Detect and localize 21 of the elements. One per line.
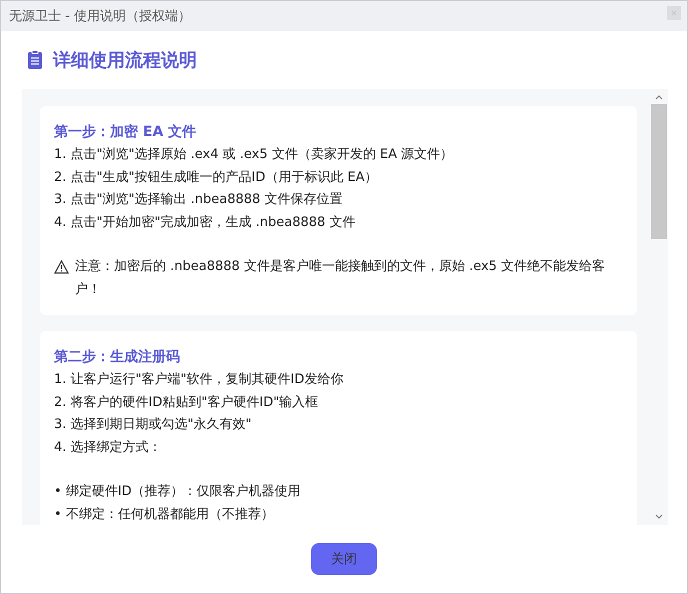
dialog-heading: 详细使用流程说明 — [53, 49, 197, 72]
instruction-line: 2. 点击"生成"按钮生成唯一的产品ID（用于标识此 EA） — [54, 168, 379, 186]
bullet-line: • 绑定硬件ID（推荐）：仅限客户机器使用 — [54, 483, 302, 501]
instruction-line: 2. 将客户的硬件ID粘贴到"客户硬件ID"输入框 — [54, 394, 320, 412]
instruction-line: 3. 选择到期日期或勾选"永久有效" — [54, 416, 252, 434]
clipboard-icon — [27, 50, 43, 70]
step-title: 第一步：加密 EA 文件 — [54, 122, 198, 142]
close-icon — [671, 10, 677, 16]
scroll-down-icon[interactable] — [655, 514, 663, 519]
bullet-line: • 不绑定：任何机器都能用（不推荐） — [54, 506, 275, 524]
step-title: 第二步：生成注册码 — [54, 348, 181, 367]
warning-icon — [54, 260, 69, 274]
window-title: 无源卫士 - 使用说明（授权端） — [9, 8, 191, 25]
scroll-up-icon[interactable] — [655, 95, 663, 100]
instruction-line: 1. 让客户运行"客户端"软件，复制其硬件ID发给你 — [54, 371, 344, 389]
warning-text: 注意：加密后的 .nbea8888 文件是客户唯一能接触到的文件，原始 .ex5 文件绝不能发给客户！ — [75, 258, 606, 298]
instruction-line: 4. 点击"开始加密"完成加密，生成 .nbea8888 文件 — [54, 214, 356, 232]
instruction-line: 3. 点击"浏览"选择输出 .nbea8888 文件保存位置 — [54, 191, 344, 209]
instruction-line: 1. 点击"浏览"选择原始 .ex4 或 .ex5 文件（卖家开发的 EA 源文件） — [54, 146, 454, 164]
instruction-line: 4. 选择绑定方式： — [54, 438, 163, 456]
close-button[interactable]: 关闭 — [311, 543, 377, 575]
